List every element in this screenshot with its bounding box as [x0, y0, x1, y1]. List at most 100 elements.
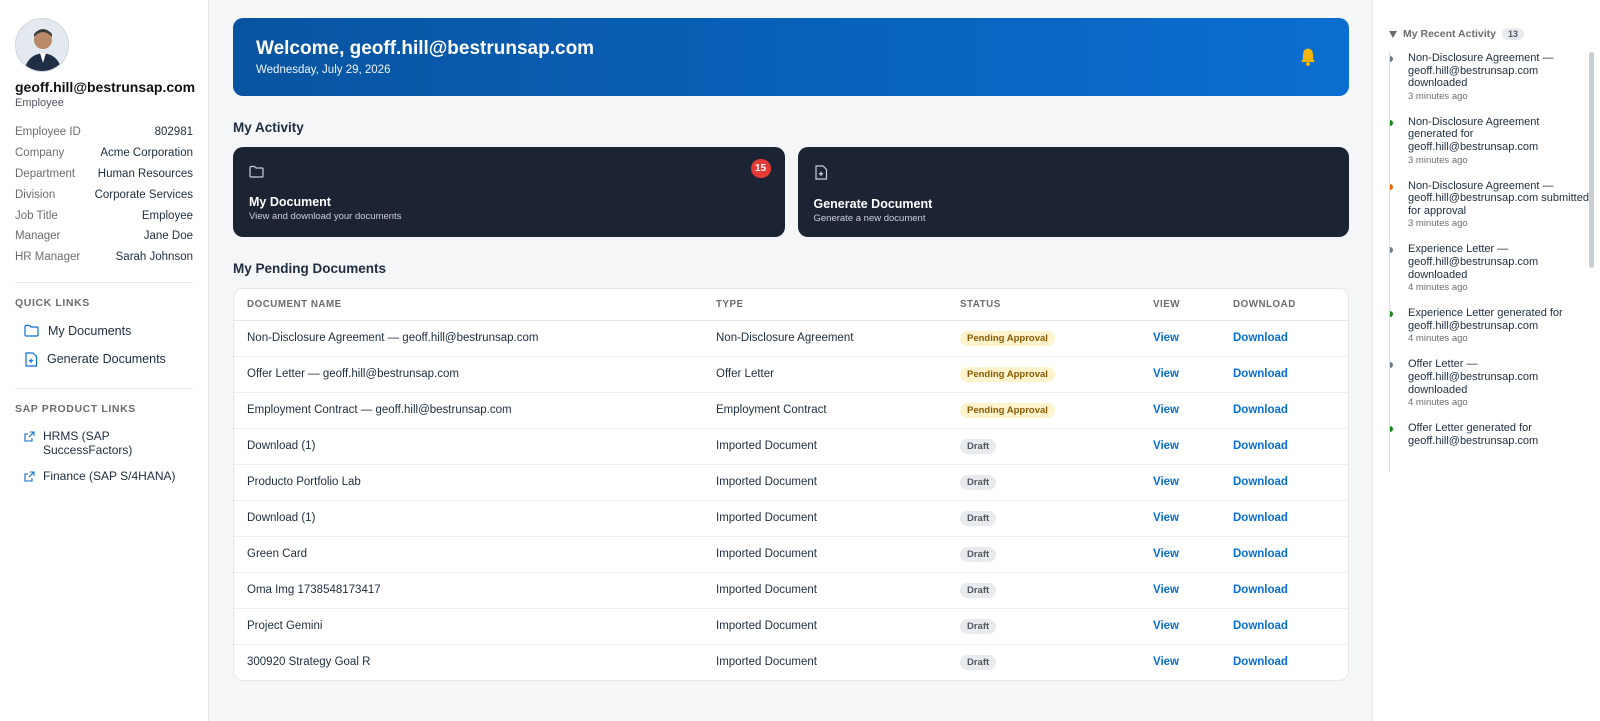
status-cell: Pending Approval	[947, 320, 1140, 357]
timeline-dot	[1390, 183, 1393, 190]
download-link[interactable]: Download	[1233, 368, 1288, 380]
info-row-division: Division Corporate Services	[15, 188, 193, 201]
document-name-cell: Non-Disclosure Agreement — geoff.hill@be…	[234, 320, 703, 357]
table-row: Offer Letter — geoff.hill@bestrunsap.com…	[234, 356, 1348, 393]
status-badge: Draft	[960, 438, 997, 454]
download-link[interactable]: Download	[1233, 620, 1288, 632]
recent-activity-header[interactable]: My Recent Activity 13	[1373, 0, 1600, 40]
view-cell: View	[1140, 500, 1220, 537]
download-link[interactable]: Download	[1233, 548, 1288, 560]
file-plus-icon	[25, 351, 38, 367]
column-header: DOCUMENT NAME	[234, 289, 703, 321]
view-cell: View	[1140, 608, 1220, 645]
scrollbar[interactable]	[1589, 52, 1594, 268]
document-name-cell: Green Card	[234, 536, 703, 573]
bell-icon[interactable]	[1299, 47, 1317, 72]
activity-timeline: Non-Disclosure Agreement — geoff.hill@be…	[1389, 52, 1589, 472]
timeline-dot	[1390, 56, 1393, 62]
view-link[interactable]: View	[1153, 332, 1179, 344]
quick-link-label: Generate Documents	[47, 352, 166, 367]
view-link[interactable]: View	[1153, 512, 1179, 524]
employee-info: Employee ID 802981 Company Acme Corporatio…	[15, 122, 193, 268]
my-document-card[interactable]: 15 My Document View and download your do…	[233, 147, 785, 237]
pending-documents-title: My Pending Documents	[233, 261, 387, 276]
view-link[interactable]: View	[1153, 440, 1179, 452]
info-row-hr-manager: HR Manager Sarah Johnson	[15, 251, 193, 264]
recent-activity-count: 13	[1501, 28, 1524, 40]
download-link[interactable]: Download	[1233, 440, 1288, 452]
activity-time: 3 minutes ago	[1408, 154, 1468, 166]
quick-links-title: QUICK LINKS	[15, 296, 90, 309]
activity-text: Non-Disclosure Agreement — geoff.hill@be…	[1408, 179, 1589, 217]
view-link[interactable]: View	[1153, 620, 1179, 632]
document-type-cell: Imported Document	[703, 500, 947, 537]
status-cell: Draft	[947, 536, 1140, 573]
quick-link-my-documents[interactable]: My Documents	[15, 317, 193, 345]
generate-document-card[interactable]: Generate Document Generate a new documen…	[797, 147, 1349, 237]
status-badge: Draft	[960, 654, 997, 670]
download-link[interactable]: Download	[1233, 332, 1288, 344]
status-cell: Draft	[947, 500, 1140, 537]
view-cell: View	[1140, 572, 1220, 609]
file-plus-icon	[814, 165, 827, 180]
download-cell: Download	[1220, 644, 1348, 680]
view-link[interactable]: View	[1153, 404, 1179, 416]
activity-item: Non-Disclosure Agreement — geoff.hill@be…	[1390, 52, 1589, 102]
download-cell: Download	[1220, 320, 1348, 357]
view-link[interactable]: View	[1153, 368, 1179, 380]
view-link[interactable]: View	[1153, 584, 1179, 596]
activity-text: Experience Letter — geoff.hill@bestrunsa…	[1408, 243, 1539, 281]
product-link-finance[interactable]: Finance (SAP S/4HANA)	[15, 463, 193, 489]
document-type-cell: Imported Document	[716, 656, 817, 669]
document-count-badge: 15	[750, 159, 771, 178]
view-cell: View	[1140, 464, 1220, 501]
external-link-icon	[24, 431, 35, 442]
welcome-date: Wednesday, July 29, 2026	[256, 64, 391, 76]
view-link[interactable]: View	[1153, 548, 1179, 560]
column-header: VIEW	[1140, 289, 1220, 321]
product-link-hrms[interactable]: HRMS (SAP SuccessFactors)	[15, 423, 193, 463]
divider	[15, 387, 193, 389]
welcome-title: Welcome, geoff.hill@bestrunsap.com	[256, 38, 595, 59]
status-badge: Draft	[960, 510, 997, 526]
recent-activity-title: My Recent Activity	[1403, 28, 1496, 40]
status-badge: Pending Approval	[960, 366, 1055, 382]
activity-text: Offer Letter — geoff.hill@bestrunsap.com…	[1408, 358, 1539, 396]
status-badge: Draft	[960, 618, 997, 634]
folder-icon	[249, 165, 264, 178]
download-link[interactable]: Download	[1233, 584, 1288, 596]
view-cell: View	[1140, 644, 1220, 680]
status-cell: Pending Approval	[947, 392, 1140, 429]
download-link[interactable]: Download	[1233, 656, 1288, 668]
document-type-cell: Imported Document	[703, 572, 947, 609]
table-row: Employment Contract — geoff.hill@bestrun…	[234, 392, 1348, 429]
document-name-cell: Employment Contract — geoff.hill@bestrun…	[234, 392, 703, 429]
quick-link-generate-documents[interactable]: Generate Documents	[15, 345, 193, 374]
download-link[interactable]: Download	[1233, 404, 1288, 416]
document-type-cell: Offer Letter	[703, 356, 947, 393]
view-link[interactable]: View	[1153, 476, 1179, 488]
view-cell: View	[1140, 428, 1220, 465]
download-cell: Download	[1220, 356, 1348, 393]
status-cell: Draft	[947, 572, 1140, 609]
download-link[interactable]: Download	[1233, 476, 1288, 488]
activity-item: Non-Disclosure Agreement generated for g…	[1390, 116, 1589, 166]
document-type-cell: Imported Document	[703, 536, 947, 573]
download-link[interactable]: Download	[1233, 512, 1288, 524]
document-name-cell: 300920 Strategy Goal R	[247, 656, 371, 669]
status-cell: Pending Approval	[947, 356, 1140, 393]
user-email: geoff.hill@bestrunsap.com	[15, 79, 196, 95]
timeline-dot	[1390, 247, 1393, 254]
external-link-icon	[24, 471, 35, 482]
card-title: Generate Document	[813, 197, 933, 211]
table-row: Producto Portfolio Lab Imported Document D…	[234, 464, 1348, 501]
main-content: Welcome, geoff.hill@bestrunsap.com Wedne…	[233, 18, 1349, 681]
table-header-row: DOCUMENT NAME TYPE STATUS VIEW DOWNLOAD	[234, 289, 1348, 321]
info-row-department: Department Human Resources	[15, 167, 193, 180]
view-link[interactable]: View	[1153, 656, 1179, 668]
table-row: Download (1) Imported Document Draft View Do…	[234, 500, 1348, 537]
caret-down-icon	[1389, 30, 1397, 38]
document-type-cell: Non-Disclosure Agreement	[703, 320, 947, 357]
activity-time: 4 minutes ago	[1408, 397, 1468, 409]
activity-item: Non-Disclosure Agreement — geoff.hill@be…	[1390, 179, 1589, 229]
